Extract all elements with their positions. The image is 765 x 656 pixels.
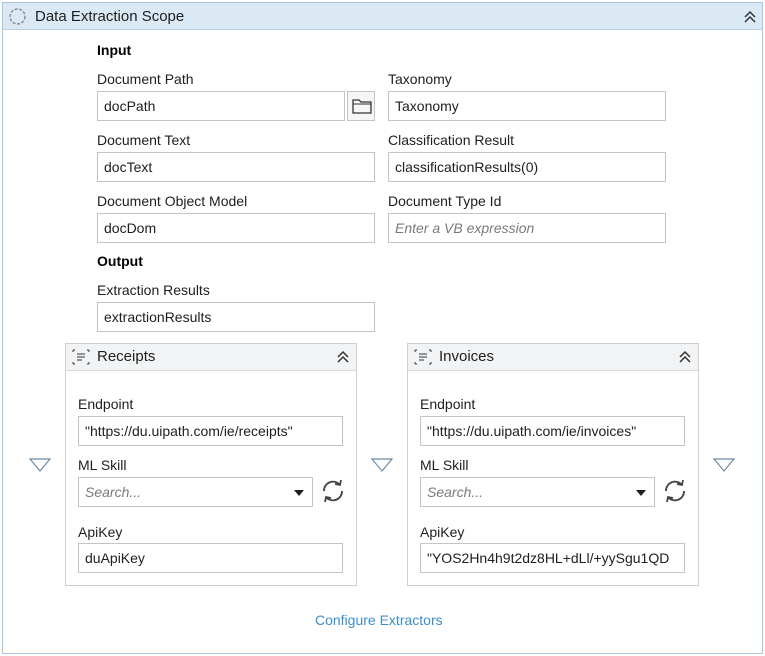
document-text-label: Document Text [97, 132, 191, 148]
configure-extractors-link[interactable]: Configure Extractors [315, 612, 443, 628]
endpoint-input[interactable]: "https://du.uipath.com/ie/receipts" [78, 416, 343, 446]
extraction-results-label: Extraction Results [97, 282, 210, 298]
ml-skill-placeholder: Search... [85, 484, 142, 500]
taxonomy-label: Taxonomy [388, 71, 452, 87]
apikey-label: ApiKey [78, 524, 123, 540]
browse-button[interactable] [347, 91, 375, 121]
ml-skill-label: ML Skill [420, 457, 469, 473]
chevron-down-icon [294, 490, 304, 496]
ml-skill-label: ML Skill [78, 457, 127, 473]
extraction-results-input[interactable]: extractionResults [97, 302, 375, 332]
apikey-label: ApiKey [420, 524, 465, 540]
extractor-card-title: Receipts [97, 348, 156, 365]
document-path-label: Document Path [97, 71, 194, 87]
folder-icon [352, 99, 372, 114]
double-chevron-up-icon[interactable] [743, 10, 757, 24]
taxonomy-input[interactable]: Taxonomy [388, 91, 666, 121]
classification-result-input[interactable]: classificationResults(0) [388, 152, 666, 182]
double-chevron-up-icon[interactable] [336, 350, 350, 364]
activity-scope-icon [9, 8, 26, 25]
document-object-model-input[interactable]: docDom [97, 213, 375, 243]
endpoint-input[interactable]: "https://du.uipath.com/ie/invoices" [420, 416, 685, 446]
extractor-card-invoices: Invoices Endpoint "https://du.uipath.com… [407, 343, 699, 586]
apikey-input[interactable]: "YOS2Hn4h9t2dz8HL+dLl/+yySgu1QD [420, 543, 685, 573]
ml-skill-select[interactable]: Search... [78, 477, 313, 507]
output-section-label: Output [97, 253, 143, 269]
chevron-down-icon [636, 490, 646, 496]
ml-skill-placeholder: Search... [427, 484, 484, 500]
extractor-icon [414, 349, 432, 365]
triangle-down-icon[interactable] [713, 458, 735, 472]
extractor-card-header[interactable]: Invoices [408, 344, 698, 371]
endpoint-label: Endpoint [78, 396, 134, 412]
refresh-icon[interactable] [319, 477, 347, 505]
scope-header[interactable]: Data Extraction Scope [3, 3, 762, 30]
document-type-id-label: Document Type Id [388, 193, 502, 209]
document-text-input[interactable]: docText [97, 152, 375, 182]
document-object-model-label: Document Object Model [97, 193, 248, 209]
classification-result-label: Classification Result [388, 132, 515, 148]
triangle-down-icon[interactable] [29, 458, 51, 472]
endpoint-label: Endpoint [420, 396, 476, 412]
extractor-card-receipts: Receipts Endpoint "https://du.uipath.com… [65, 343, 357, 586]
scope-title: Data Extraction Scope [35, 8, 185, 25]
refresh-icon[interactable] [661, 477, 689, 505]
document-path-input[interactable]: docPath [97, 91, 345, 121]
triangle-down-icon[interactable] [371, 458, 393, 472]
apikey-input[interactable]: duApiKey [78, 543, 343, 573]
extractor-icon [72, 349, 90, 365]
double-chevron-up-icon[interactable] [678, 350, 692, 364]
extractor-card-title: Invoices [439, 348, 495, 365]
document-type-id-input[interactable]: Enter a VB expression [388, 213, 666, 243]
ml-skill-select[interactable]: Search... [420, 477, 655, 507]
input-section-label: Input [97, 42, 132, 58]
extractor-card-header[interactable]: Receipts [66, 344, 356, 371]
